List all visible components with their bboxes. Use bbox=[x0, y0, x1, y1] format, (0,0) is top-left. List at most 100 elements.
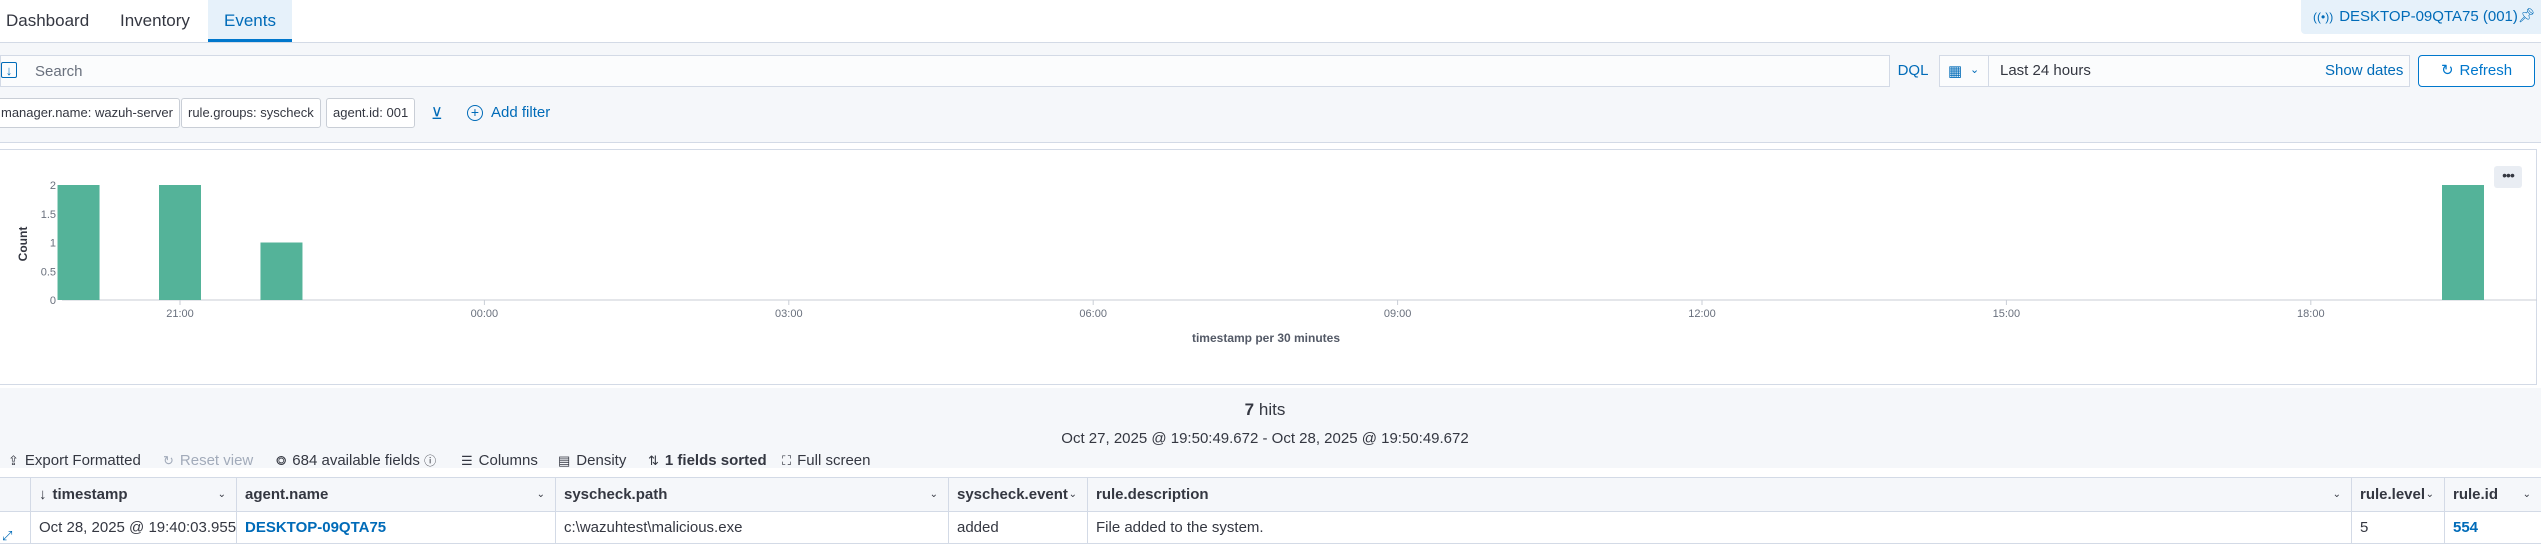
column-header-rule-description[interactable]: rule.description ⌄ bbox=[1088, 478, 2352, 512]
y-tick-label: 1 bbox=[50, 238, 56, 250]
available-fields-button[interactable]: ⭗ 684 available fields ⓘ bbox=[276, 450, 436, 472]
export-button[interactable]: ⇪ Export Formatted bbox=[8, 450, 141, 472]
column-header-agent-name[interactable]: agent.name ⌄ bbox=[237, 478, 556, 512]
x-tick-label: 00:00 bbox=[471, 308, 499, 320]
search-box: ↓ bbox=[0, 55, 1890, 87]
refresh-label: Refresh bbox=[2459, 62, 2513, 79]
header-label: rule.id bbox=[2453, 486, 2499, 503]
export-label: Export Formatted bbox=[24, 452, 141, 469]
chevron-down-icon[interactable]: ⌄ bbox=[2426, 478, 2434, 512]
chevron-down-icon[interactable]: ⌄ bbox=[1069, 478, 1077, 512]
column-header-rule-level[interactable]: rule.level ⌄ bbox=[2352, 478, 2445, 512]
search-input[interactable] bbox=[35, 59, 1535, 83]
header-label: syscheck.event bbox=[957, 486, 1068, 503]
cell-syscheck-path[interactable]: c:\wazuhtest\malicious.exe bbox=[556, 512, 949, 543]
grid-toolbar: ⇪ Export Formatted ↻ Reset view ⭗ 684 avail… bbox=[0, 450, 2541, 478]
header-label: agent.name bbox=[245, 486, 329, 503]
density-button[interactable]: ▤ Density bbox=[558, 450, 626, 472]
chevron-down-icon[interactable]: ⌄ bbox=[218, 478, 226, 512]
date-picker: ▦ ⌄ Last 24 hours Show dates bbox=[1939, 55, 2410, 87]
show-dates-button[interactable]: Show dates bbox=[2325, 56, 2403, 86]
pin-icon[interactable]: 📌︎ bbox=[2518, 7, 2536, 24]
cell-rule-description[interactable]: File added to the system. bbox=[1088, 512, 2352, 543]
date-range-label[interactable]: Last 24 hours bbox=[2000, 56, 2091, 86]
export-icon: ⇪ bbox=[8, 453, 19, 468]
filter-icon[interactable]: ⊻ bbox=[431, 104, 443, 124]
y-axis-label: Count bbox=[16, 227, 30, 262]
chevron-down-icon[interactable]: ⌄ bbox=[2333, 478, 2341, 512]
divider bbox=[1988, 56, 1989, 86]
histogram-bar[interactable] bbox=[2442, 185, 2484, 300]
app-navigation-bar: Dashboard Inventory Events ((•)) DESKTOP-… bbox=[0, 0, 2541, 43]
cell-syscheck-event[interactable]: added bbox=[949, 512, 1088, 543]
columns-button[interactable]: ☰ Columns bbox=[461, 450, 538, 472]
chevron-down-icon[interactable]: ⌄ bbox=[930, 478, 938, 512]
histogram-chart: 21:00 00:00 03:00 06:00 09:00 12:00 15:00 18:00… bbox=[16, 180, 2540, 345]
query-language-button[interactable]: DQL bbox=[1888, 55, 1938, 87]
chevron-down-icon[interactable]: ⌄ bbox=[2523, 478, 2531, 512]
column-header-syscheck-path[interactable]: syscheck.path ⌄ bbox=[556, 478, 949, 512]
density-icon: ▤ bbox=[558, 453, 571, 468]
calendar-icon[interactable]: ▦ bbox=[1948, 62, 1962, 80]
columns-icon: ☰ bbox=[461, 453, 473, 468]
cell-rule-id[interactable]: 554 bbox=[2445, 512, 2541, 543]
more-options-icon[interactable]: ••• bbox=[2494, 166, 2522, 188]
x-tick-label: 21:00 bbox=[166, 308, 194, 320]
chevron-down-icon[interactable]: ⌄ bbox=[537, 478, 545, 512]
histogram-bar[interactable] bbox=[57, 185, 100, 300]
filter-pill-manager[interactable]: manager.name: wazuh-server bbox=[0, 98, 180, 128]
hits-count: 7 hits bbox=[0, 400, 2530, 420]
sort-button[interactable]: ⇅ 1 fields sorted bbox=[648, 450, 767, 472]
sort-label: 1 fields sorted bbox=[664, 452, 767, 469]
fullscreen-label: Full screen bbox=[797, 452, 871, 469]
refresh-button[interactable]: ↻ Refresh bbox=[2418, 55, 2535, 87]
cell-timestamp[interactable]: Oct 28, 2025 @ 19:40:03.955 bbox=[31, 512, 237, 543]
header-label: timestamp bbox=[52, 486, 128, 503]
table-row[interactable]: ⤢ Oct 28, 2025 @ 19:40:03.955 DESKTOP-09… bbox=[0, 512, 2541, 544]
header-label: rule.level bbox=[2360, 486, 2426, 503]
x-tick-label: 12:00 bbox=[1688, 308, 1716, 320]
plus-circle-icon: + bbox=[467, 105, 483, 121]
column-header-syscheck-event[interactable]: syscheck.event ⌄ bbox=[949, 478, 1088, 512]
columns-label: Columns bbox=[478, 452, 538, 469]
control-column-header bbox=[0, 478, 31, 512]
x-tick-label: 15:00 bbox=[1993, 308, 2021, 320]
query-bar: ↓ DQL ▦ ⌄ Last 24 hours Show dates ↻ Refr… bbox=[0, 43, 2541, 143]
control-cell: ⤢ bbox=[0, 512, 31, 543]
filter-pill-rule-groups[interactable]: rule.groups: syscheck bbox=[181, 98, 321, 128]
grid-header: ↓ timestamp ⌄ agent.name ⌄ syscheck.path ⌄ s… bbox=[0, 477, 2541, 512]
cell-agent-name[interactable]: DESKTOP-09QTA75 bbox=[237, 512, 556, 543]
reset-icon: ↻ bbox=[163, 453, 174, 468]
fields-label: 684 available fields bbox=[292, 452, 420, 469]
filter-pill-agent-id[interactable]: agent.id: 001 bbox=[326, 98, 416, 128]
x-tick-label: 18:00 bbox=[2297, 308, 2325, 320]
chevron-down-icon[interactable]: ⌄ bbox=[1970, 63, 1979, 76]
add-filter-button[interactable]: + Add filter bbox=[467, 98, 550, 128]
histogram-bar[interactable] bbox=[260, 242, 303, 301]
saved-query-icon[interactable]: ↓ bbox=[1, 62, 17, 78]
agent-selector[interactable]: ((•)) DESKTOP-09QTA75 (001) bbox=[2301, 0, 2541, 34]
x-tick-label: 03:00 bbox=[775, 308, 803, 320]
tab-inventory[interactable]: Inventory bbox=[114, 0, 196, 42]
histogram-bar[interactable] bbox=[159, 185, 201, 300]
column-header-rule-id[interactable]: rule.id ⌄ bbox=[2445, 478, 2541, 512]
header-label: rule.description bbox=[1096, 486, 1209, 503]
fullscreen-button[interactable]: ⛶ Full screen bbox=[782, 450, 870, 472]
reset-label: Reset view bbox=[179, 452, 254, 469]
tab-dashboard[interactable]: Dashboard bbox=[0, 0, 95, 42]
hits-number: 7 bbox=[1244, 400, 1255, 419]
inspect-document-icon[interactable]: ⤢ bbox=[2, 520, 18, 543]
histogram-panel: 21:00 00:00 03:00 06:00 09:00 12:00 15:00 18:00… bbox=[0, 149, 2540, 385]
cell-rule-level[interactable]: 5 bbox=[2352, 512, 2445, 543]
refresh-icon: ↻ bbox=[2440, 62, 2454, 79]
add-filter-label: Add filter bbox=[491, 104, 551, 121]
y-tick-label: 2 bbox=[50, 180, 56, 192]
reset-view-button[interactable]: ↻ Reset view bbox=[163, 450, 253, 472]
header-label: syscheck.path bbox=[564, 486, 668, 503]
hits-label: hits bbox=[1258, 400, 1286, 419]
column-header-timestamp[interactable]: ↓ timestamp ⌄ bbox=[31, 478, 237, 512]
tab-events[interactable]: Events bbox=[208, 0, 292, 42]
agent-label: DESKTOP-09QTA75 (001) bbox=[2339, 8, 2518, 25]
y-tick-label: 0 bbox=[50, 295, 56, 307]
agent-status-icon: ((•)) bbox=[2313, 10, 2334, 24]
